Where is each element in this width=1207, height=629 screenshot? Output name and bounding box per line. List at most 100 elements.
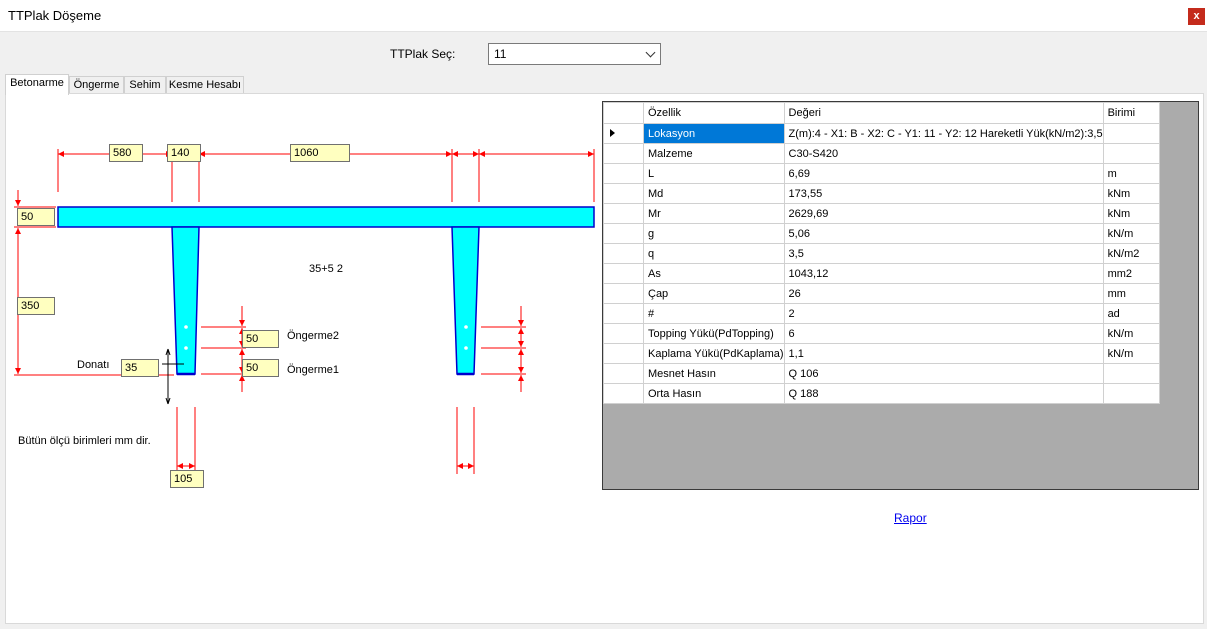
row-header[interactable]: [603, 303, 644, 324]
cell-property[interactable]: Malzeme: [643, 143, 785, 164]
cell-unit[interactable]: kNm: [1102, 183, 1160, 204]
table-row[interactable]: Mesnet Hasın Q 106: [603, 363, 1160, 384]
cell-value[interactable]: 1043,12: [783, 263, 1104, 284]
table-row[interactable]: q 3,5 kN/m2: [603, 243, 1160, 264]
tab-ongerme[interactable]: Öngerme: [69, 76, 124, 94]
row-header[interactable]: [603, 343, 644, 364]
betonarme-panel: 580 140 1060 50 350 35 105 50 50 Öngerme…: [5, 93, 1204, 624]
cell-property[interactable]: Topping Yükü(PdTopping): [643, 323, 785, 344]
table-row[interactable]: #2 ad: [603, 303, 1160, 324]
ongerme1-label: Öngerme1: [287, 364, 339, 376]
table-row[interactable]: L 6,69 m: [603, 163, 1160, 184]
ttplak-select[interactable]: 11: [488, 43, 661, 65]
table-row[interactable]: Çap 26 mm: [603, 283, 1160, 304]
cell-unit[interactable]: kN/m2: [1102, 243, 1160, 264]
cell-value[interactable]: 173,55: [783, 183, 1104, 204]
cell-value[interactable]: Q 188: [783, 383, 1104, 404]
close-button[interactable]: x: [1188, 8, 1205, 25]
cell-unit[interactable]: mm: [1102, 283, 1160, 304]
rapor-link[interactable]: Rapor: [894, 511, 927, 525]
row-header[interactable]: [603, 283, 644, 304]
column-header-unit[interactable]: Birimi: [1102, 102, 1160, 124]
row-header[interactable]: [603, 123, 644, 144]
table-row[interactable]: As 1043,12 mm2: [603, 263, 1160, 284]
table-row[interactable]: g 5,06 kN/m: [603, 223, 1160, 244]
row-header-corner: [603, 102, 644, 124]
row-header[interactable]: [603, 383, 644, 404]
cell-unit[interactable]: [1102, 123, 1160, 144]
donati-label: Donatı: [77, 359, 110, 371]
tab-sehim[interactable]: Sehim: [124, 76, 166, 94]
dim-donati-cover: 35: [121, 359, 159, 377]
row-header[interactable]: [603, 363, 644, 384]
cell-property[interactable]: As: [643, 263, 785, 284]
cell-property[interactable]: Md: [643, 183, 785, 204]
property-grid: Özellik Değeri Birimi Lokasyon Z(m):4 - X…: [602, 101, 1199, 490]
row-header[interactable]: [603, 203, 644, 224]
cell-unit[interactable]: m: [1102, 163, 1160, 184]
cell-property[interactable]: Mesnet Hasın: [643, 363, 785, 384]
cell-property[interactable]: q: [643, 243, 785, 264]
cell-property[interactable]: #: [643, 303, 785, 324]
chevron-down-icon[interactable]: [645, 47, 656, 58]
dim-web-height: 350: [17, 297, 55, 315]
tab-kesme-hesabi[interactable]: Kesme Hesabı: [166, 76, 244, 94]
window-title: TTPlak Döşeme: [8, 8, 102, 23]
cell-value[interactable]: 2: [783, 303, 1104, 324]
dim-ongerme1: 50: [242, 359, 279, 377]
cell-value[interactable]: 5,06: [783, 223, 1104, 244]
cell-unit[interactable]: ad: [1102, 303, 1160, 324]
table-row[interactable]: Orta Hasın Q 188: [603, 383, 1160, 404]
cell-property[interactable]: Çap: [643, 283, 785, 304]
row-header[interactable]: [603, 243, 644, 264]
cell-property[interactable]: Orta Hasın: [643, 383, 785, 404]
ttplak-select-value: 11: [494, 47, 507, 61]
tab-betonarme[interactable]: Betonarme: [5, 74, 69, 95]
tt-slab-section: [57, 206, 595, 376]
cell-unit[interactable]: kN/m: [1102, 343, 1160, 364]
cell-value[interactable]: 1,1: [783, 343, 1104, 364]
cell-property[interactable]: Mr: [643, 203, 785, 224]
cell-unit[interactable]: kN/m: [1102, 223, 1160, 244]
cell-property[interactable]: Lokasyon: [643, 123, 785, 144]
table-row[interactable]: Malzeme C30-S420: [603, 143, 1160, 164]
table-row[interactable]: Lokasyon Z(m):4 - X1: B - X2: C - Y1: 11 …: [603, 123, 1160, 144]
row-header[interactable]: [603, 323, 644, 344]
cell-value[interactable]: 26: [783, 283, 1104, 304]
cell-value[interactable]: Z(m):4 - X1: B - X2: C - Y1: 11 - Y2: 12…: [783, 123, 1104, 144]
row-header[interactable]: [603, 163, 644, 184]
cell-value[interactable]: 3,5: [783, 243, 1104, 264]
ongerme2-label: Öngerme2: [287, 330, 339, 342]
row-header[interactable]: [603, 183, 644, 204]
cell-value[interactable]: C30-S420: [783, 143, 1104, 164]
row-header[interactable]: [603, 263, 644, 284]
units-note: Bütün ölçü birimleri mm dir.: [18, 435, 151, 447]
cell-unit[interactable]: [1102, 143, 1160, 164]
cell-value[interactable]: 6: [783, 323, 1104, 344]
column-header-property[interactable]: Özellik: [643, 102, 785, 124]
cell-unit[interactable]: [1102, 363, 1160, 384]
tendon-right-lower: [464, 346, 468, 350]
row-header[interactable]: [603, 143, 644, 164]
cell-value[interactable]: 2629,69: [783, 203, 1104, 224]
cell-unit[interactable]: mm2: [1102, 263, 1160, 284]
cell-value[interactable]: 6,69: [783, 163, 1104, 184]
table-row[interactable]: Mr 2629,69 kNm: [603, 203, 1160, 224]
dimension-lines: [14, 149, 595, 474]
column-header-value[interactable]: Değeri: [783, 102, 1104, 124]
cell-property[interactable]: g: [643, 223, 785, 244]
dim-web-width: 105: [170, 470, 204, 488]
web-left: [171, 226, 200, 375]
cell-value[interactable]: Q 106: [783, 363, 1104, 384]
table-row[interactable]: Topping Yükü(PdTopping) 6 kN/m: [603, 323, 1160, 344]
cell-unit[interactable]: [1102, 383, 1160, 404]
cell-property[interactable]: Kaplama Yükü(PdKaplama): [643, 343, 785, 364]
window-titlebar: TTPlak Döşeme x: [0, 0, 1207, 32]
table-row[interactable]: Md 173,55 kNm: [603, 183, 1160, 204]
cell-unit[interactable]: kNm: [1102, 203, 1160, 224]
row-header[interactable]: [603, 223, 644, 244]
dim-ongerme2: 50: [242, 330, 279, 348]
cell-property[interactable]: L: [643, 163, 785, 184]
table-row[interactable]: Kaplama Yükü(PdKaplama) 1,1 kN/m: [603, 343, 1160, 364]
cell-unit[interactable]: kN/m: [1102, 323, 1160, 344]
